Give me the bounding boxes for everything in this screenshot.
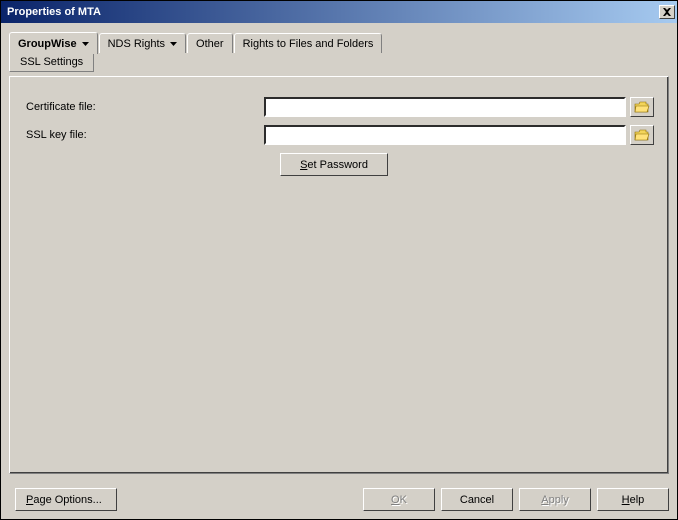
apply-button[interactable]: Apply (519, 488, 591, 511)
set-password-row: Set Password (24, 153, 654, 176)
ssl-key-browse-button[interactable] (630, 125, 654, 145)
tab-row: GroupWise NDS Rights Other Rights to Fil… (9, 31, 669, 53)
cancel-button[interactable]: Cancel (441, 488, 513, 511)
chevron-down-icon (82, 42, 89, 46)
tab-label: NDS Rights (108, 38, 165, 50)
tab-other[interactable]: Other (187, 33, 233, 53)
ok-button[interactable]: OK (363, 488, 435, 511)
close-icon (663, 8, 671, 16)
folder-open-icon (634, 129, 650, 142)
certificate-browse-button[interactable] (630, 97, 654, 117)
close-button[interactable] (659, 5, 675, 19)
certificate-file-label: Certificate file: (24, 101, 264, 113)
certificate-file-input[interactable] (264, 97, 626, 117)
properties-window: Properties of MTA GroupWise NDS Rights (0, 0, 678, 520)
content-area: GroupWise NDS Rights Other Rights to Fil… (1, 23, 677, 482)
tab-label: GroupWise (18, 38, 77, 50)
tab-label: Rights to Files and Folders (243, 38, 374, 50)
page-options-button[interactable]: Page Options... (15, 488, 117, 511)
ssl-key-file-input[interactable] (264, 125, 626, 145)
ssl-key-file-label: SSL key file: (24, 129, 264, 141)
subtab-ssl-settings[interactable]: SSL Settings (9, 52, 94, 72)
tab-label: Other (196, 38, 224, 50)
tab-nds-rights[interactable]: NDS Rights (99, 33, 186, 53)
ssl-key-file-row: SSL key file: (24, 125, 654, 145)
titlebar: Properties of MTA (1, 1, 677, 23)
button-bar: Page Options... OK Cancel Apply Help (1, 482, 677, 519)
spacer (24, 153, 280, 176)
settings-panel: Certificate file: SSL key file: (9, 76, 669, 474)
tab-groupwise[interactable]: GroupWise (9, 32, 98, 54)
subtab-label: SSL Settings (20, 56, 83, 68)
tab-rights-files-folders[interactable]: Rights to Files and Folders (234, 33, 383, 53)
chevron-down-icon (170, 42, 177, 46)
subtab-row: SSL Settings (9, 52, 669, 72)
set-password-button[interactable]: Set Password (280, 153, 388, 176)
help-button[interactable]: Help (597, 488, 669, 511)
folder-open-icon (634, 101, 650, 114)
window-title: Properties of MTA (5, 6, 101, 18)
certificate-file-row: Certificate file: (24, 97, 654, 117)
